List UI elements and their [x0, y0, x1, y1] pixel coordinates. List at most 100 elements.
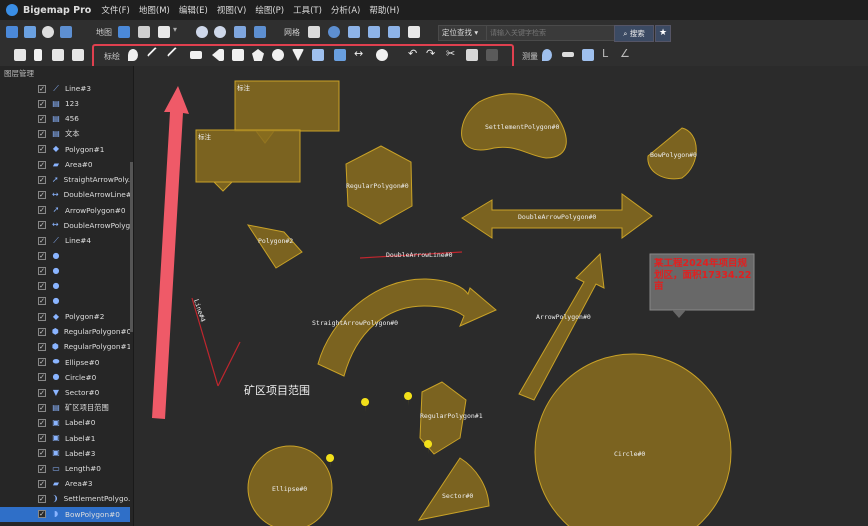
layer-visibility-checkbox[interactable]: ✓: [38, 297, 46, 306]
layer-visibility-checkbox[interactable]: ✓: [38, 510, 46, 519]
layer-visibility-checkbox[interactable]: ✓: [38, 403, 46, 412]
layer-visibility-checkbox[interactable]: ✓: [38, 388, 46, 397]
settings-gear-icon[interactable]: [42, 26, 54, 38]
grid-label[interactable]: 网格: [284, 27, 300, 38]
layer-visibility-checkbox[interactable]: ✓: [38, 221, 46, 230]
layer-row[interactable]: ✓ ⟋ Line#3: [0, 81, 130, 96]
layer-visibility-checkbox[interactable]: ✓: [38, 358, 46, 367]
layer-row[interactable]: ✓ ◆ Polygon#2: [0, 309, 130, 324]
layer-row[interactable]: ✓ ▤ 456: [0, 111, 130, 126]
layer-row[interactable]: ✓ ▰ Area#0: [0, 157, 130, 172]
layer-visibility-checkbox[interactable]: ✓: [38, 175, 46, 184]
globe-grid-icon[interactable]: [328, 26, 340, 38]
layer-visibility-checkbox[interactable]: ✓: [38, 130, 46, 139]
layer-visibility-checkbox[interactable]: ✓: [38, 251, 46, 260]
screenshot-icon[interactable]: [60, 26, 72, 38]
measure-height-icon[interactable]: L: [602, 47, 608, 60]
layer-row[interactable]: ✓ ⬢ RegularPolygon#1: [0, 339, 130, 354]
search-input[interactable]: [486, 25, 618, 41]
layer-visibility-checkbox[interactable]: ✓: [38, 114, 46, 123]
layer-row[interactable]: ✓ ⬬ Ellipse#0: [0, 355, 130, 370]
layer-row[interactable]: ✓ ● Circle#0: [0, 370, 130, 385]
layer-visibility-checkbox[interactable]: ✓: [38, 145, 46, 154]
layer-scrollbar[interactable]: [130, 162, 133, 332]
full-extent-icon[interactable]: [254, 26, 266, 38]
layer-row[interactable]: ✓ ●: [0, 294, 130, 309]
layer-visibility-checkbox[interactable]: ✓: [38, 84, 46, 93]
layer-row[interactable]: ✓ ▼ Sector#0: [0, 385, 130, 400]
menu-map[interactable]: 地图(M): [139, 4, 170, 16]
layer-visibility-checkbox[interactable]: ✓: [38, 206, 46, 215]
layer-row[interactable]: ✓ ▤ 矿区项目范围: [0, 400, 130, 415]
layer-visibility-checkbox[interactable]: ✓: [38, 479, 46, 488]
layer-visibility-checkbox[interactable]: ✓: [38, 434, 46, 443]
polygon-2-shape[interactable]: [246, 224, 303, 269]
layer-row[interactable]: ✓ ▣ Label#1: [0, 431, 130, 446]
layer-row[interactable]: ✓ ❩ SettlementPolygo...: [0, 491, 130, 506]
layer-map-icon[interactable]: [138, 26, 150, 38]
layer-row[interactable]: ✓ ●: [0, 279, 130, 294]
sector-shape[interactable]: [417, 457, 490, 521]
layer-row[interactable]: ✓ ▣ Label#0: [0, 415, 130, 430]
favorite-star-icon[interactable]: ★: [655, 25, 671, 42]
menu-edit[interactable]: 编辑(E): [179, 4, 208, 16]
measure-length-icon[interactable]: [562, 52, 574, 57]
layer-row[interactable]: ✓ ▤ 123: [0, 96, 130, 111]
sheet-grid-icon[interactable]: [368, 26, 380, 38]
map-marker-icon[interactable]: [326, 454, 335, 468]
layer-visibility-checkbox[interactable]: ✓: [38, 327, 46, 336]
layer-visibility-checkbox[interactable]: ✓: [38, 160, 46, 169]
layer-row[interactable]: ✓ ▰ Area#3: [0, 476, 130, 491]
locate-select[interactable]: 定位查找 ▾: [438, 25, 487, 41]
chevron-down-icon[interactable]: ▾: [173, 25, 177, 34]
menu-tools[interactable]: 工具(T): [293, 4, 322, 16]
custom-grid-icon[interactable]: [388, 26, 400, 38]
zoom-extent-icon[interactable]: [234, 26, 246, 38]
layer-row[interactable]: ✓ ●: [0, 248, 130, 263]
layer-visibility-checkbox[interactable]: ✓: [38, 236, 46, 245]
layer-visibility-checkbox[interactable]: ✓: [38, 190, 46, 199]
map-source-icon[interactable]: [118, 26, 130, 38]
layer-row[interactable]: ✓ ↔ DoubleArrowLine#0: [0, 187, 130, 202]
map-marker-icon[interactable]: [361, 398, 370, 412]
label-box-1-shape[interactable]: [234, 80, 340, 132]
layer-row[interactable]: ✓ ↔ DoubleArrowPolyg...: [0, 218, 130, 233]
layer-visibility-checkbox[interactable]: ✓: [38, 282, 46, 291]
grid-icon[interactable]: [308, 26, 320, 38]
layer-visibility-checkbox[interactable]: ✓: [38, 373, 46, 382]
layer-visibility-checkbox[interactable]: ✓: [38, 418, 46, 427]
straight-arrow-polygon-shape[interactable]: [317, 278, 497, 377]
polygon-select-icon[interactable]: [72, 49, 84, 61]
measure-point-icon[interactable]: [542, 49, 552, 61]
save-icon[interactable]: [24, 26, 36, 38]
tile-grid-icon[interactable]: [348, 26, 360, 38]
layer-row[interactable]: ✓ ⟋ Line#4: [0, 233, 130, 248]
select-pointer-icon[interactable]: [34, 49, 42, 61]
layer-row[interactable]: ✓ ◆ Polygon#1: [0, 142, 130, 157]
layer-row[interactable]: ✓ ➚ ArrowPolygon#0: [0, 203, 130, 218]
menu-analysis[interactable]: 分析(A): [331, 4, 360, 16]
open-folder-icon[interactable]: [6, 26, 18, 38]
layer-row[interactable]: ✓ ▣ Label#3: [0, 446, 130, 461]
layer-row[interactable]: ✓ ⬢ RegularPolygon#0: [0, 324, 130, 339]
circle-shape[interactable]: [534, 353, 732, 526]
layer-visibility-checkbox[interactable]: ✓: [38, 342, 46, 351]
layer-visibility-checkbox[interactable]: ✓: [38, 494, 46, 503]
layer-row[interactable]: ✓ ◗ BowPolygon#0: [0, 506, 130, 522]
box-select-icon[interactable]: [52, 49, 64, 61]
layer-visibility-checkbox[interactable]: ✓: [38, 312, 46, 321]
layer-row[interactable]: ✓ ▭ Length#0: [0, 461, 130, 476]
search-button[interactable]: ⌕ 搜索: [614, 25, 654, 42]
map-canvas[interactable]: 某工程2024年项目规划区，面积17334.22亩 标注 标注 Settleme…: [134, 66, 868, 526]
layer-visibility-checkbox[interactable]: ✓: [38, 99, 46, 108]
zoom-in-icon[interactable]: [196, 26, 208, 38]
menu-help[interactable]: 帮助(H): [369, 4, 399, 16]
layer-row[interactable]: ✓ ●: [0, 263, 130, 278]
terrain-icon[interactable]: [158, 26, 170, 38]
menu-file[interactable]: 文件(F): [101, 4, 130, 16]
clear-brush-icon[interactable]: [408, 26, 420, 38]
map-label[interactable]: 地图: [96, 27, 112, 38]
menu-draw[interactable]: 绘图(P): [255, 4, 284, 16]
measure-area-icon[interactable]: [582, 49, 594, 61]
menu-view[interactable]: 视图(V): [217, 4, 246, 16]
